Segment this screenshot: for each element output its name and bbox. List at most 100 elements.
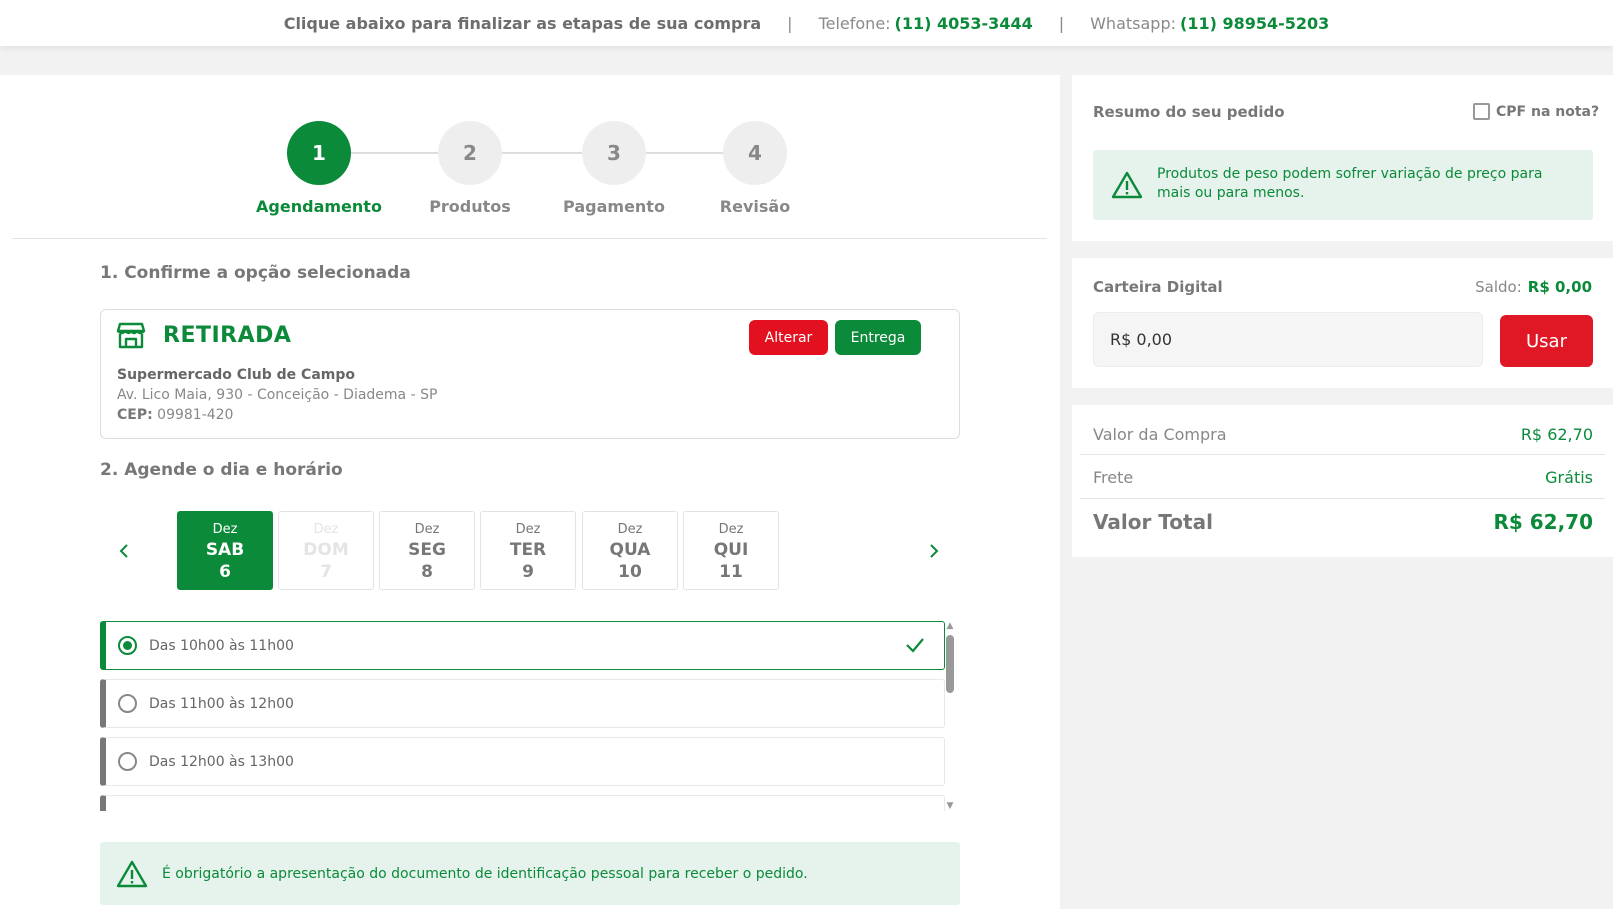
time-slot-label: Das 12h00 às 13h00 [149, 753, 294, 770]
day-option[interactable]: Dez QUA 10 [582, 511, 678, 590]
radio-button[interactable] [118, 636, 137, 655]
step-label: Agendamento [256, 197, 382, 216]
wallet-amount-input[interactable] [1093, 312, 1483, 367]
divider [1080, 454, 1605, 455]
store-cep: CEP: 09981-420 [117, 407, 233, 423]
id-document-notice: É obrigatório a apresentação do document… [100, 842, 960, 905]
chevron-left-icon[interactable] [112, 539, 136, 563]
checkout-main-panel: 1 Agendamento 2 Produtos 3 Pagamento 4 R… [0, 75, 1060, 909]
topbar-separator: | [787, 13, 793, 33]
day-month: Dez [313, 522, 339, 537]
time-slot-label: Das 11h00 às 12h00 [149, 695, 294, 712]
day-option[interactable]: Dez QUI 11 [683, 511, 779, 590]
topbar-message: Clique abaixo para finalizar as etapas d… [283, 13, 762, 33]
checkbox[interactable] [1473, 103, 1490, 120]
total-label: Valor Total [1093, 510, 1213, 534]
time-slot[interactable]: Das 11h00 às 12h00 [100, 679, 945, 728]
alterar-button[interactable]: Alterar [749, 320, 828, 355]
radio-button[interactable] [118, 694, 137, 713]
day-month: Dez [212, 522, 238, 537]
balance-label: Saldo: [1475, 278, 1522, 296]
shipping-label: Frete [1093, 468, 1134, 487]
use-wallet-button[interactable]: Usar [1500, 315, 1593, 367]
day-number: 9 [522, 562, 534, 582]
day-month: Dez [617, 522, 643, 537]
day-number: 10 [618, 562, 642, 582]
step-pagamento[interactable]: 3 Pagamento [549, 121, 679, 216]
phone-label: Telefone: [818, 13, 891, 33]
section-2-title: 2. Agende o dia e horário [100, 460, 343, 480]
store-address: Av. Lico Maia, 930 - Conceição - Diadema… [117, 387, 438, 403]
order-totals-panel: Valor da Compra R$ 62,70 Frete Grátis Va… [1072, 405, 1613, 557]
day-option[interactable]: Dez SEG 8 [379, 511, 475, 590]
step-number: 3 [582, 121, 646, 185]
day-option[interactable]: Dez SAB 6 [177, 511, 273, 590]
day-weekday: DOM [303, 540, 349, 560]
day-option[interactable]: Dez TER 9 [480, 511, 576, 590]
day-weekday: QUI [713, 540, 749, 560]
store-name: Supermercado Club de Campo [117, 367, 355, 383]
day-number: 7 [320, 562, 332, 582]
topbar-separator: | [1058, 13, 1065, 33]
day-weekday: TER [509, 540, 547, 560]
warning-icon [116, 860, 148, 887]
step-label: Pagamento [563, 197, 665, 216]
divider [1080, 498, 1605, 499]
scroll-up-icon[interactable]: ▲ [945, 621, 955, 631]
day-month: Dez [414, 522, 440, 537]
radio-button[interactable] [118, 752, 137, 771]
purchase-label: Valor da Compra [1093, 425, 1227, 444]
step-label: Revisão [719, 197, 791, 216]
time-slot-list: Das 10h00 às 11h00 Das 11h00 às 12h00 Da… [100, 621, 948, 811]
time-slot-label: Das 10h00 às 11h00 [149, 637, 294, 654]
scroll-down-icon[interactable]: ▼ [945, 801, 955, 811]
total-row: Valor Total R$ 62,70 [1093, 510, 1593, 534]
step-produtos[interactable]: 2 Produtos [405, 121, 535, 216]
wallet-balance: Saldo: R$ 0,00 [1475, 278, 1592, 296]
shipping-value: Grátis [1545, 468, 1593, 487]
day-weekday: QUA [609, 540, 651, 560]
stepper-divider [12, 238, 1047, 239]
phone-number[interactable]: (11) 4053-3444 [895, 14, 1033, 33]
order-summary-panel: Resumo do seu pedido CPF na nota? Produt… [1072, 75, 1613, 241]
digital-wallet-panel: Carteira Digital Saldo: R$ 0,00 Usar [1072, 258, 1613, 388]
purchase-value: R$ 62,70 [1520, 425, 1593, 444]
checkout-stepper: 1 Agendamento 2 Produtos 3 Pagamento 4 R… [256, 121, 798, 221]
store-icon [116, 322, 146, 349]
day-month: Dez [515, 522, 541, 537]
day-number: 6 [219, 562, 231, 582]
day-option: Dez DOM 7 [278, 511, 374, 590]
day-weekday: SEG [408, 540, 446, 560]
slot-scrollbar[interactable]: ▲ ▼ [945, 621, 955, 811]
summary-title: Resumo do seu pedido [1093, 103, 1285, 121]
whatsapp-number[interactable]: (11) 98954-5203 [1180, 14, 1329, 33]
cpf-label: CPF na nota? [1496, 103, 1600, 120]
top-info-bar: Clique abaixo para finalizar as etapas d… [0, 0, 1613, 46]
section-1-title: 1. Confirme a opção selecionada [100, 263, 411, 283]
purchase-value-row: Valor da Compra R$ 62,70 [1093, 425, 1593, 444]
time-slot[interactable]: Das 12h00 às 13h00 [100, 737, 945, 786]
time-slot[interactable] [100, 795, 945, 811]
cpf-checkbox[interactable]: CPF na nota? [1473, 103, 1599, 120]
wallet-title: Carteira Digital [1093, 278, 1223, 296]
notice-text: É obrigatório a apresentação do document… [162, 865, 808, 882]
cep-value: 09981-420 [157, 407, 234, 423]
chevron-right-icon[interactable] [922, 539, 946, 563]
scrollbar-thumb[interactable] [946, 635, 954, 693]
date-picker: Dez SAB 6 Dez DOM 7 Dez SEG 8 Dez TER 9 … [100, 511, 960, 591]
step-agendamento[interactable]: 1 Agendamento [254, 121, 384, 216]
pickup-title: RETIRADA [163, 323, 292, 348]
warning-icon [1111, 171, 1143, 199]
step-number: 2 [438, 121, 502, 185]
day-month: Dez [718, 522, 744, 537]
check-icon [906, 638, 924, 653]
alert-text: Produtos de peso podem sofrer variação d… [1157, 166, 1543, 201]
whatsapp-label: Whatsapp: [1090, 13, 1176, 33]
time-slot[interactable]: Das 10h00 às 11h00 [100, 621, 945, 670]
step-revisao[interactable]: 4 Revisão [690, 121, 820, 216]
entrega-button[interactable]: Entrega [835, 320, 921, 355]
day-number: 8 [421, 562, 433, 582]
cep-label: CEP: [117, 407, 153, 423]
step-label: Produtos [429, 197, 511, 216]
weight-price-alert: Produtos de peso podem sofrer variação d… [1093, 150, 1593, 220]
